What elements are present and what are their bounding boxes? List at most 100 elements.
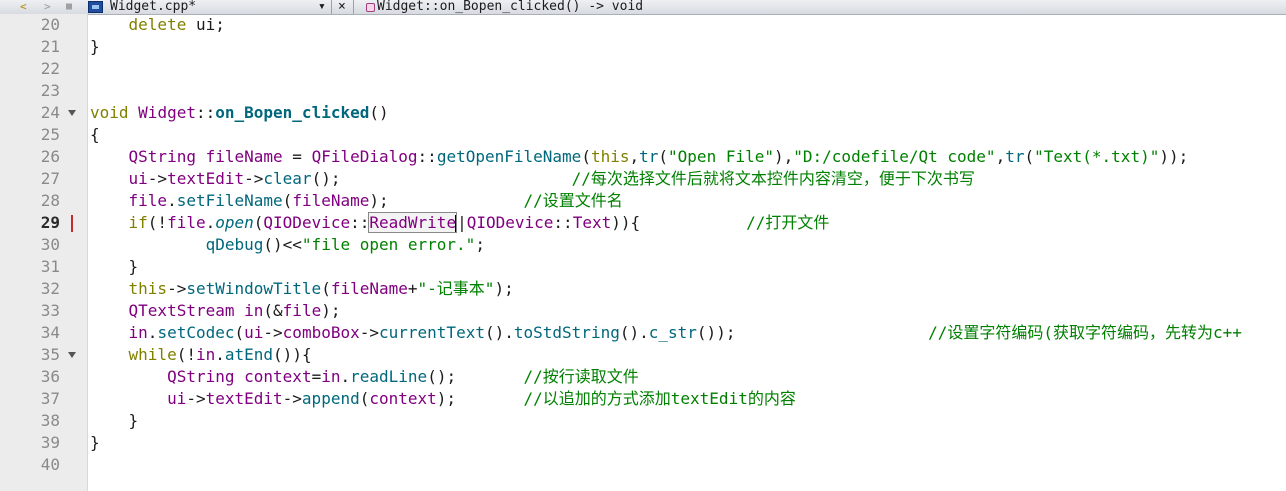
- code-token: ::: [553, 213, 573, 232]
- code-token: ReadWrite: [368, 212, 458, 233]
- code-editor[interactable]: 20 delete ui; 21} 22 23 24 void Widget::on_Bo…: [0, 14, 1286, 476]
- code-comment: //打开文件: [746, 213, 830, 232]
- code-line[interactable]: 21}: [0, 36, 1286, 58]
- line-number: 27: [40, 169, 60, 188]
- code-line[interactable]: 22: [0, 58, 1286, 80]
- code-token: ());: [696, 323, 929, 342]
- close-icon[interactable]: ×: [338, 0, 346, 14]
- code-line[interactable]: 27 ui->textEdit->clear(); //每次选择文件后就将文本控…: [0, 168, 1286, 190]
- fold-arrow-icon[interactable]: [68, 352, 76, 358]
- code-token: (!: [176, 345, 196, 364]
- code-token: c_str: [648, 323, 697, 342]
- line-number: 28: [40, 191, 60, 210]
- code-token: );: [321, 301, 341, 320]
- line-number: 24: [40, 103, 60, 122]
- code-token: textEdit: [205, 389, 283, 408]
- code-token: context: [244, 367, 312, 386]
- code-token: in: [128, 323, 148, 342]
- line-number: 34: [40, 323, 60, 342]
- code-token: (: [359, 389, 370, 408]
- code-token: ->: [244, 169, 264, 188]
- code-line[interactable]: 33 QTextStream in(&file);: [0, 300, 1286, 322]
- code-text[interactable]: }: [90, 432, 100, 454]
- code-line[interactable]: 37 ui->textEdit->append(context); //以追加的…: [0, 388, 1286, 410]
- code-token: ));: [1159, 147, 1189, 166]
- code-token: =: [282, 147, 312, 166]
- code-line[interactable]: 38 }: [0, 410, 1286, 432]
- code-text[interactable]: delete ui;: [90, 14, 225, 36]
- code-line[interactable]: 34 in.setCodec(ui->comboBox->currentText…: [0, 322, 1286, 344]
- code-token: ui: [167, 389, 187, 408]
- code-token: ::: [417, 147, 437, 166]
- code-text[interactable]: while(!in.atEnd()){: [90, 344, 312, 366]
- code-token: in: [321, 367, 341, 386]
- code-line[interactable]: 35 while(!in.atEnd()){: [0, 344, 1286, 366]
- code-line[interactable]: 31 }: [0, 256, 1286, 278]
- code-token: .: [147, 323, 158, 342]
- code-token: ::: [195, 103, 216, 122]
- code-token: toStdString: [513, 323, 620, 342]
- code-token: textEdit: [167, 169, 245, 188]
- code-line[interactable]: 26 QString fileName = QFileDialog::getOp…: [0, 146, 1286, 168]
- code-token: comboBox: [282, 323, 360, 342]
- symbol-dropdown[interactable]: Widget::on_Bopen_clicked() -> void: [377, 0, 643, 14]
- code-text[interactable]: ui->textEdit->append(context); //以追加的方式添…: [90, 388, 796, 410]
- code-token: ().: [484, 323, 514, 342]
- code-text[interactable]: qDebug()<<"file open error.";: [90, 234, 485, 256]
- code-text[interactable]: QString fileName = QFileDialog::getOpenF…: [90, 146, 1189, 168]
- code-line[interactable]: 28 file.setFileName(fileName); //设置文件名: [0, 190, 1286, 212]
- code-token: clear: [263, 169, 312, 188]
- code-line[interactable]: 20 delete ui;: [0, 14, 1286, 36]
- code-text[interactable]: }: [90, 410, 139, 432]
- code-token: ui: [128, 169, 148, 188]
- code-line[interactable]: 30 qDebug()<<"file open error.";: [0, 234, 1286, 256]
- code-line[interactable]: 24 void Widget::on_Bopen_clicked(): [0, 102, 1286, 124]
- code-comment: //每次选择文件后就将文本控件内容清空，便于下次书写: [571, 169, 975, 188]
- code-line[interactable]: 39}: [0, 432, 1286, 454]
- code-text[interactable]: QString context=in.readLine(); //按行读取文件: [90, 366, 639, 388]
- chevron-right-icon[interactable]: >: [44, 0, 51, 14]
- code-token: while: [128, 345, 177, 364]
- code-token: fileName: [292, 191, 370, 210]
- code-token: open: [215, 213, 254, 232]
- code-token: (: [321, 279, 331, 298]
- line-number: 26: [40, 147, 60, 166]
- code-text[interactable]: void Widget::on_Bopen_clicked(): [90, 102, 389, 124]
- code-token: (: [581, 147, 591, 166]
- code-token: append: [301, 389, 360, 408]
- document-dropdown[interactable]: Widget.cpp*: [110, 0, 196, 14]
- code-token: ()<<: [263, 235, 302, 254]
- code-text[interactable]: file.setFileName(fileName); //设置文件名: [90, 190, 623, 212]
- chevron-left-icon[interactable]: <: [20, 0, 27, 14]
- code-text[interactable]: in.setCodec(ui->comboBox->currentText().…: [90, 322, 1242, 344]
- fold-arrow-icon[interactable]: [68, 110, 76, 116]
- code-text[interactable]: }: [90, 256, 139, 278]
- code-line[interactable]: 32 this->setWindowTitle(fileName+"-记事本")…: [0, 278, 1286, 300]
- code-text[interactable]: }: [90, 36, 100, 58]
- lock-icon[interactable]: ■: [66, 0, 72, 14]
- code-text[interactable]: if(!file.open(QIODevice::ReadWrite|QIODe…: [90, 212, 829, 234]
- code-line[interactable]: 36 QString context=in.readLine(); //按行读取…: [0, 366, 1286, 388]
- code-token: qDebug: [205, 235, 264, 254]
- code-line[interactable]: 40: [0, 454, 1286, 476]
- code-token: QIODevice: [263, 213, 351, 232]
- code-text[interactable]: ui->textEdit->clear(); //每次选择文件后就将文本控件内容…: [90, 168, 975, 190]
- dropdown-arrow-icon[interactable]: ▾: [318, 0, 326, 14]
- code-token: ().: [619, 323, 649, 342]
- code-line[interactable]: 29 if(!file.open(QIODevice::ReadWrite|QI…: [0, 212, 1286, 234]
- code-token: ;: [475, 235, 485, 254]
- code-line[interactable]: 23: [0, 80, 1286, 102]
- code-token: (!: [147, 213, 168, 232]
- code-text[interactable]: {: [90, 124, 100, 146]
- code-line[interactable]: 25 {: [0, 124, 1286, 146]
- code-token: }: [90, 411, 139, 430]
- line-number: 33: [40, 301, 60, 320]
- code-text[interactable]: this->setWindowTitle(fileName+"-记事本");: [90, 278, 514, 300]
- editor-toolbar: < > ■ Widget.cpp* ▾ × Widget::on_Bopen_c…: [0, 0, 1286, 15]
- code-text[interactable]: QTextStream in(&file);: [90, 300, 341, 322]
